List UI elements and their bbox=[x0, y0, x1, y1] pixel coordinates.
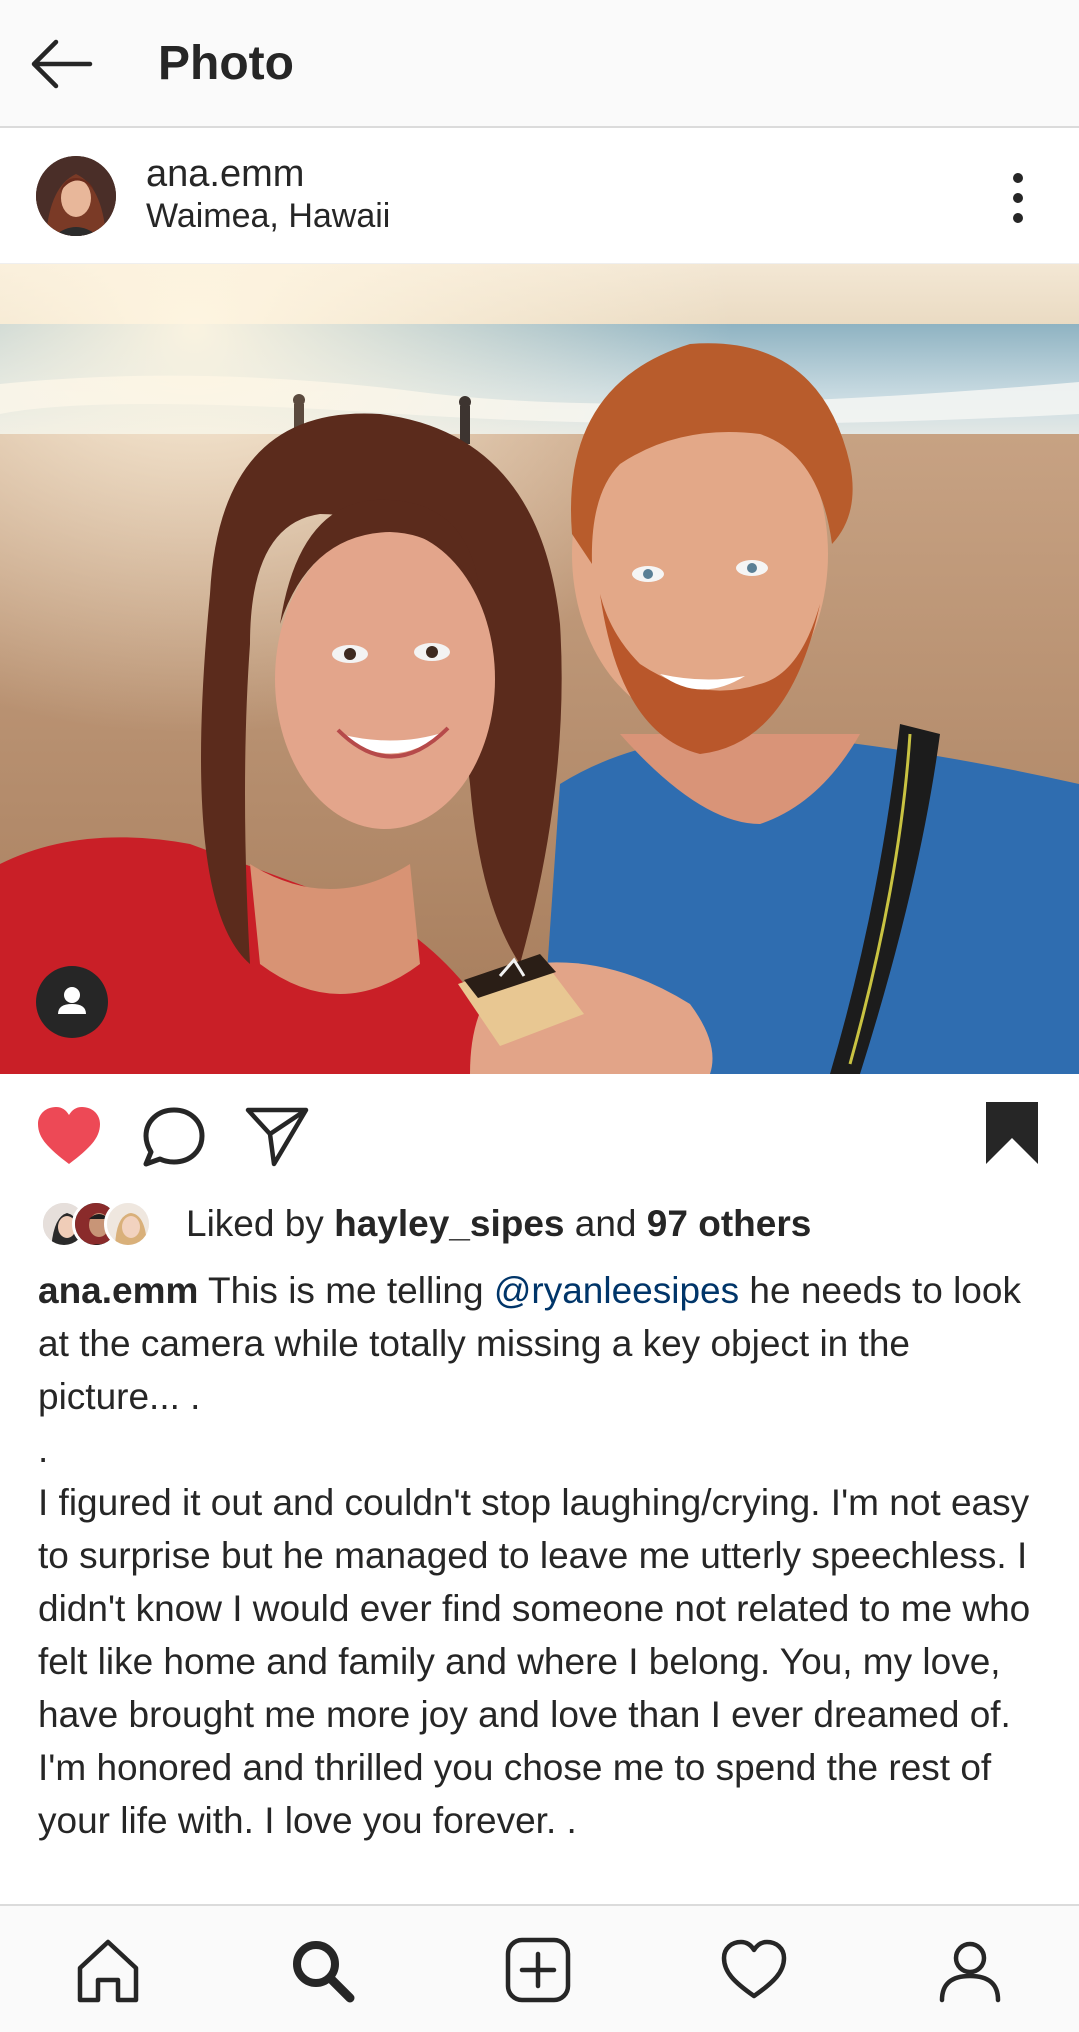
post-caption: ana.emm This is me telling @ryanleesipes… bbox=[38, 1264, 1048, 1847]
likes-summary[interactable]: Liked by hayley_sipes and 97 others bbox=[40, 1196, 1040, 1252]
activity-heart-icon bbox=[721, 1939, 787, 1999]
comment-button[interactable] bbox=[140, 1104, 208, 1170]
nav-home[interactable] bbox=[72, 1934, 144, 2006]
post-author-avatar[interactable] bbox=[36, 156, 116, 236]
paper-plane-icon bbox=[245, 1107, 309, 1167]
comment-icon bbox=[143, 1107, 205, 1167]
share-button[interactable] bbox=[244, 1104, 310, 1168]
app-bar: Photo bbox=[0, 0, 1079, 128]
arrow-left-icon bbox=[31, 39, 93, 89]
tagged-users-button[interactable] bbox=[36, 966, 108, 1038]
home-icon bbox=[77, 1939, 139, 2003]
post-photo[interactable] bbox=[0, 264, 1079, 1074]
likes-text: Liked by hayley_sipes and 97 others bbox=[186, 1202, 811, 1246]
caption-mention[interactable]: @ryanleesipes bbox=[494, 1270, 739, 1311]
bottom-navigation bbox=[0, 1904, 1079, 2032]
nav-search[interactable] bbox=[286, 1934, 358, 2006]
post-actions bbox=[0, 1074, 1079, 1194]
caption-username[interactable]: ana.emm bbox=[38, 1270, 198, 1311]
nav-new-post[interactable] bbox=[502, 1934, 574, 2006]
likes-and: and bbox=[564, 1203, 647, 1244]
user-tag-icon bbox=[58, 987, 86, 1014]
liker-username[interactable]: hayley_sipes bbox=[334, 1203, 564, 1244]
vertical-ellipsis-icon bbox=[1013, 173, 1023, 223]
search-icon bbox=[293, 1941, 355, 2003]
like-button[interactable] bbox=[34, 1104, 104, 1168]
back-button[interactable] bbox=[28, 34, 98, 94]
profile-icon bbox=[939, 1941, 1001, 2003]
liker-avatar bbox=[104, 1200, 152, 1248]
likes-count[interactable]: 97 others bbox=[647, 1203, 812, 1244]
likes-prefix: Liked by bbox=[186, 1203, 335, 1244]
more-options-button[interactable] bbox=[1000, 170, 1036, 226]
page-title: Photo bbox=[158, 37, 294, 90]
caption-paragraph: I figured it out and couldn't stop laugh… bbox=[38, 1482, 1031, 1841]
beach-selfie-image bbox=[0, 264, 1079, 1074]
post-header: ana.emm Waimea, Hawaii bbox=[0, 130, 1079, 264]
caption-separator: . bbox=[38, 1429, 49, 1470]
bookmark-filled-icon bbox=[986, 1102, 1038, 1164]
heart-filled-icon bbox=[38, 1107, 100, 1164]
add-post-icon bbox=[505, 1937, 571, 2003]
caption-first-line: ana.emm This is me telling @ryanleesipes… bbox=[38, 1264, 1048, 1423]
save-button[interactable] bbox=[982, 1100, 1042, 1166]
post-location[interactable]: Waimea, Hawaii bbox=[146, 196, 390, 236]
nav-activity[interactable] bbox=[718, 1934, 790, 2006]
caption-text: This is me telling bbox=[198, 1270, 494, 1311]
post-username[interactable]: ana.emm bbox=[146, 152, 304, 196]
nav-profile[interactable] bbox=[934, 1934, 1006, 2006]
